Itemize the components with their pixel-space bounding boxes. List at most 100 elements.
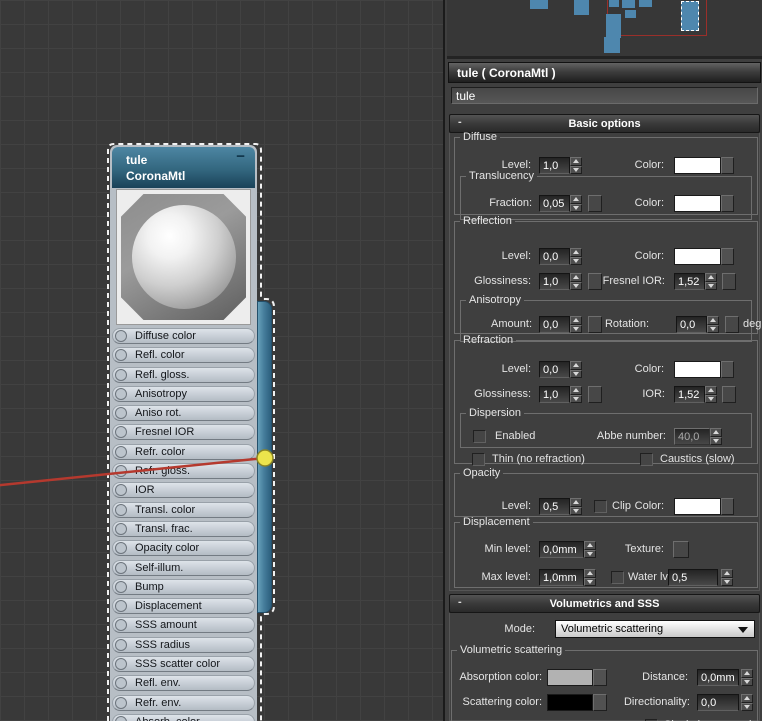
slot-socket-icon[interactable] [115,580,127,593]
anisotropy-rotation-spin-arrows[interactable] [707,316,719,333]
node-slot-refr-color[interactable]: Refr. color [112,443,255,460]
refraction-level-spin-arrows[interactable] [570,361,582,378]
refraction-ior-spin-arrows[interactable] [705,386,717,403]
slot-socket-icon[interactable] [115,330,127,342]
minimap-node[interactable] [574,0,589,15]
node-slot-refl-gloss[interactable]: Refl. gloss. [112,366,255,383]
opacity-level-spin-arrows[interactable] [570,498,582,515]
node-slot-self-illum[interactable]: Self-illum. [112,559,255,576]
translucency-color-swatch[interactable] [674,195,721,212]
node-slot-displacement[interactable]: Displacement [112,598,255,615]
anisotropy-amount-spinner[interactable]: 0,0 [539,316,570,333]
reflection-color-map-button[interactable] [721,248,734,265]
minimap-node[interactable] [606,14,621,38]
slot-socket-icon[interactable] [115,619,127,632]
absorption-color-swatch[interactable] [547,669,593,686]
refraction-glossiness-spin-arrows[interactable] [570,386,582,403]
displacement-min-spinner[interactable]: 0,0mm [539,541,584,558]
translucency-fraction-map-button[interactable] [588,195,602,212]
node-slot-opacity-color[interactable]: Opacity color [112,540,255,557]
displacement-max-spinner[interactable]: 1,0mm [539,569,584,586]
slot-socket-icon[interactable] [115,522,127,535]
slot-socket-icon[interactable] [115,715,127,721]
slot-socket-icon[interactable] [115,658,127,671]
node-slot-aniso-rot[interactable]: Aniso rot. [112,405,255,422]
mode-dropdown[interactable]: Volumetric scattering [555,620,755,638]
opacity-color-map-button[interactable] [721,498,734,515]
caustics-checkbox[interactable] [640,453,653,466]
rollout-collapse-icon[interactable]: - [458,116,462,128]
refraction-ior-spinner[interactable]: 1,52 [674,386,705,403]
slot-socket-icon[interactable] [115,465,127,478]
water-level-checkbox[interactable] [611,571,624,584]
reflection-color-swatch[interactable] [674,248,721,265]
node-slot-transl-frac[interactable]: Transl. frac. [112,520,255,537]
minimap-node[interactable] [639,0,652,7]
refraction-level-spinner[interactable]: 0,0 [539,361,570,378]
minimap-node[interactable] [622,0,635,8]
translucency-fraction-spinner[interactable]: 0,05 [539,195,570,212]
node-slot-anisotropy[interactable]: Anisotropy [112,385,255,402]
slot-socket-icon[interactable] [115,426,127,439]
node-slot-refr-gloss[interactable]: Refr. gloss. [112,463,255,480]
reflection-glossiness-spinner[interactable]: 1,0 [539,273,570,290]
reflection-level-spin-arrows[interactable] [570,248,582,265]
abbe-number-spin-arrows[interactable] [710,428,722,445]
minimap-node[interactable] [604,37,620,53]
fresnel-ior-map-button[interactable] [722,273,736,290]
node-slot-refl-color[interactable]: Refl. color [112,347,255,364]
slot-socket-icon[interactable] [115,677,127,690]
refraction-ior-map-button[interactable] [722,386,736,403]
distance-spin-arrows[interactable] [741,669,753,686]
opacity-color-swatch[interactable] [674,498,721,515]
displacement-texture-button[interactable] [673,541,689,558]
anisotropy-rotation-spinner[interactable]: 0,0 [676,316,707,333]
node-slot-sss-amount[interactable]: SSS amount [112,617,255,634]
thin-refraction-checkbox[interactable] [472,453,485,466]
dispersion-enabled-checkbox[interactable] [473,430,486,443]
minimap-node-selected[interactable] [681,1,699,31]
directionality-spin-arrows[interactable] [741,694,753,711]
slot-socket-icon[interactable] [115,638,127,651]
minimap-node[interactable] [530,0,548,9]
anisotropy-rotation-map-button[interactable] [725,316,739,333]
fresnel-ior-spin-arrows[interactable] [705,273,717,290]
directionality-spinner[interactable]: 0,0 [697,694,739,711]
rollout-volumetrics[interactable]: - Volumetrics and SSS [449,594,760,613]
slot-socket-icon[interactable] [115,484,127,497]
node-header[interactable]: tule CoronaMtl − [112,147,255,188]
node-slot-refr-env[interactable]: Refr. env. [112,694,255,711]
node-slot-diffuse-color[interactable]: Diffuse color [112,328,255,344]
water-level-spinner[interactable]: 0,5 [668,569,718,586]
displacement-max-spin-arrows[interactable] [584,569,596,586]
node-collapse-icon[interactable]: − [236,149,245,165]
translucency-fraction-spin-arrows[interactable] [570,195,582,212]
slot-socket-icon[interactable] [115,561,127,574]
opacity-clip-checkbox[interactable] [594,500,607,513]
distance-spinner[interactable]: 0,0mm [697,669,739,686]
translucency-color-map-button[interactable] [721,195,734,212]
node-slot-sss-radius[interactable]: SSS radius [112,636,255,653]
node-slot-absorb-color[interactable]: Absorb. color [112,713,255,721]
node-slot-ior[interactable]: IOR [112,482,255,499]
node-slot-transl-color[interactable]: Transl. color [112,501,255,518]
material-name-input[interactable]: tule [451,87,758,104]
scattering-color-swatch[interactable] [547,694,593,711]
minimap-node[interactable] [625,10,636,18]
node-slot-sss-scatter-color[interactable]: SSS scatter color [112,656,255,673]
refraction-color-map-button[interactable] [721,361,734,378]
slot-socket-icon[interactable] [115,600,127,613]
material-node-coronamtl[interactable]: tule CoronaMtl − Diffuse color Refl. colo… [110,145,257,721]
node-slot-refl-env[interactable]: Refl. env. [112,675,255,692]
minimap-node[interactable] [609,0,619,7]
absorption-color-map-button[interactable] [593,669,607,686]
slot-socket-icon[interactable] [115,542,127,555]
slot-socket-icon[interactable] [115,387,127,400]
node-output-strip[interactable] [257,301,272,613]
slot-socket-icon[interactable] [115,503,127,516]
fresnel-ior-spinner[interactable]: 1,52 [674,273,705,290]
reflection-glossiness-spin-arrows[interactable] [570,273,582,290]
abbe-number-spinner[interactable]: 40,0 [674,428,710,445]
node-slot-fresnel-ior[interactable]: Fresnel IOR [112,424,255,441]
slot-socket-icon[interactable] [115,368,127,381]
